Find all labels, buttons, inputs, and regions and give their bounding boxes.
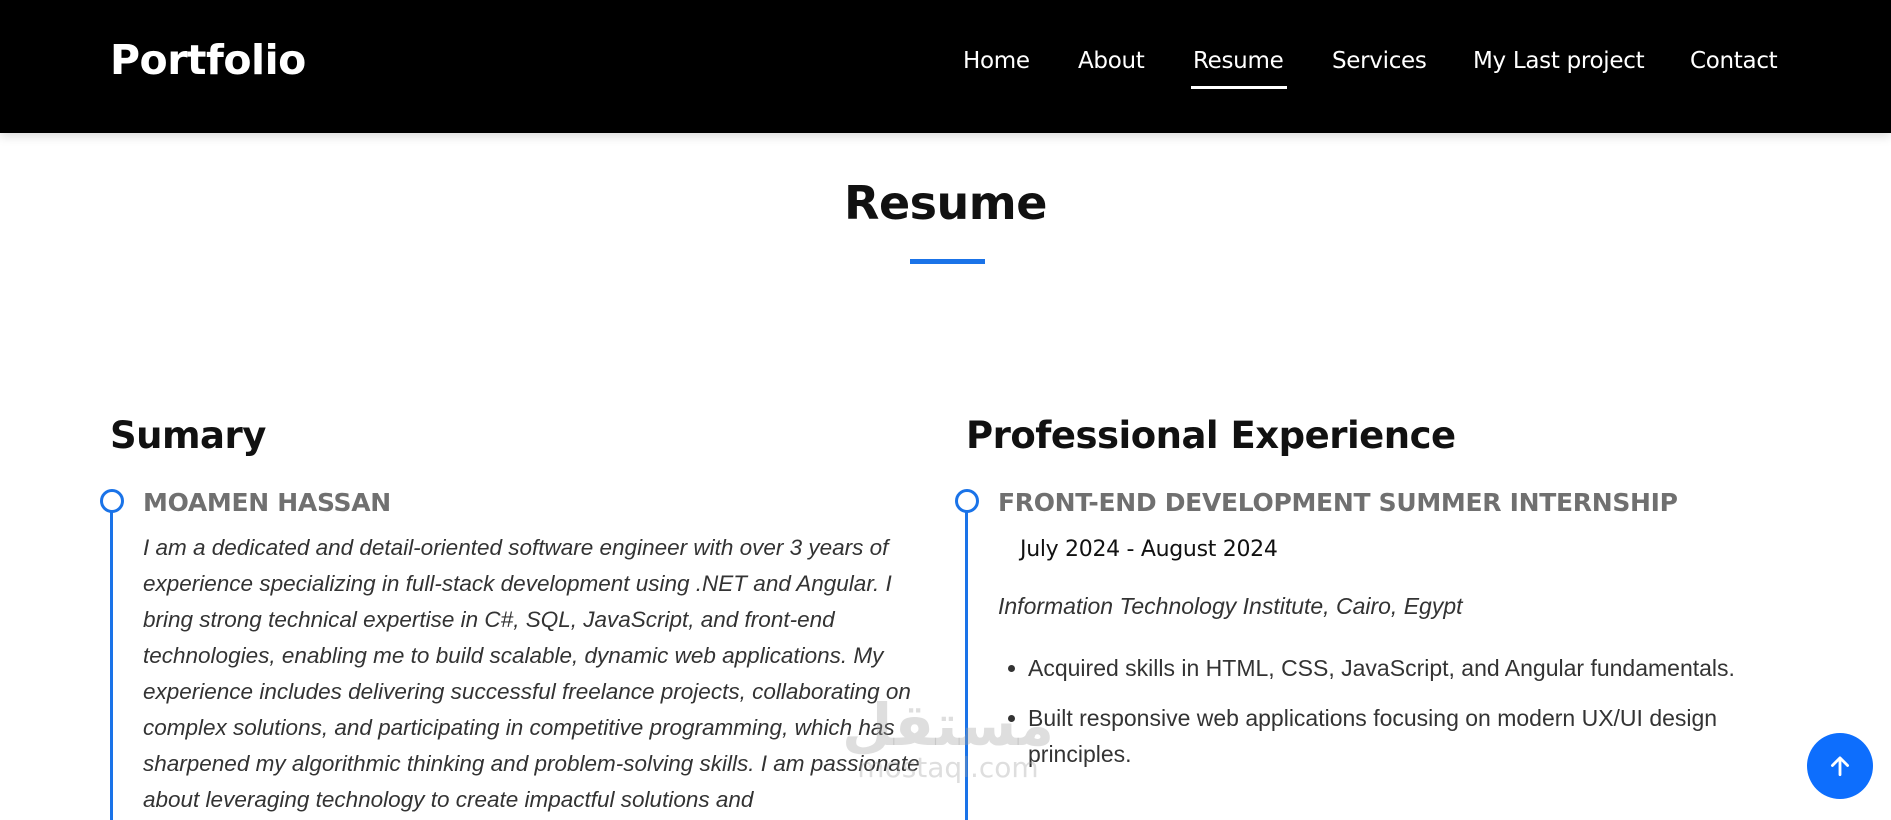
experience-organization: Information Technology Institute, Cairo,…: [998, 593, 1463, 619]
nav-link-resume[interactable]: Resume: [1190, 48, 1288, 89]
nav-link-my-last-project[interactable]: My Last project: [1473, 48, 1645, 74]
experience-timeline-dot: [955, 489, 979, 513]
back-to-top-button[interactable]: [1807, 733, 1873, 799]
nav-menu: Home About Resume Services My Last proje…: [0, 48, 1891, 89]
experience-bullet: Acquired skills in HTML, CSS, JavaScript…: [1008, 650, 1808, 686]
experience-bullet-list: Acquired skills in HTML, CSS, JavaScript…: [1008, 650, 1808, 786]
summary-name: MOAMEN HASSAN: [143, 488, 391, 517]
nav-link-about[interactable]: About: [1078, 48, 1145, 74]
summary-heading: Sumary: [110, 414, 266, 457]
nav-link-contact[interactable]: Contact: [1690, 48, 1778, 74]
section-title: Resume: [844, 176, 1047, 230]
section-title-underline: [910, 259, 985, 264]
navbar: Portfolio Home About Resume Services My …: [0, 0, 1891, 133]
experience-bullet: Built responsive web applications focusi…: [1008, 700, 1808, 772]
summary-text: I am a dedicated and detail-oriented sof…: [143, 535, 920, 812]
experience-heading: Professional Experience: [966, 414, 1456, 457]
experience-timeline-line: [965, 512, 968, 820]
arrow-up-icon: [1831, 756, 1849, 777]
nav-link-home[interactable]: Home: [963, 48, 1030, 74]
summary-timeline-line: [110, 512, 113, 820]
nav-link-services[interactable]: Services: [1332, 48, 1427, 74]
experience-date-range: July 2024 - August 2024: [1020, 537, 1278, 562]
experience-item-title: FRONT-END DEVELOPMENT SUMMER INTERNSHIP: [998, 488, 1678, 517]
summary-timeline-dot: [100, 489, 124, 513]
